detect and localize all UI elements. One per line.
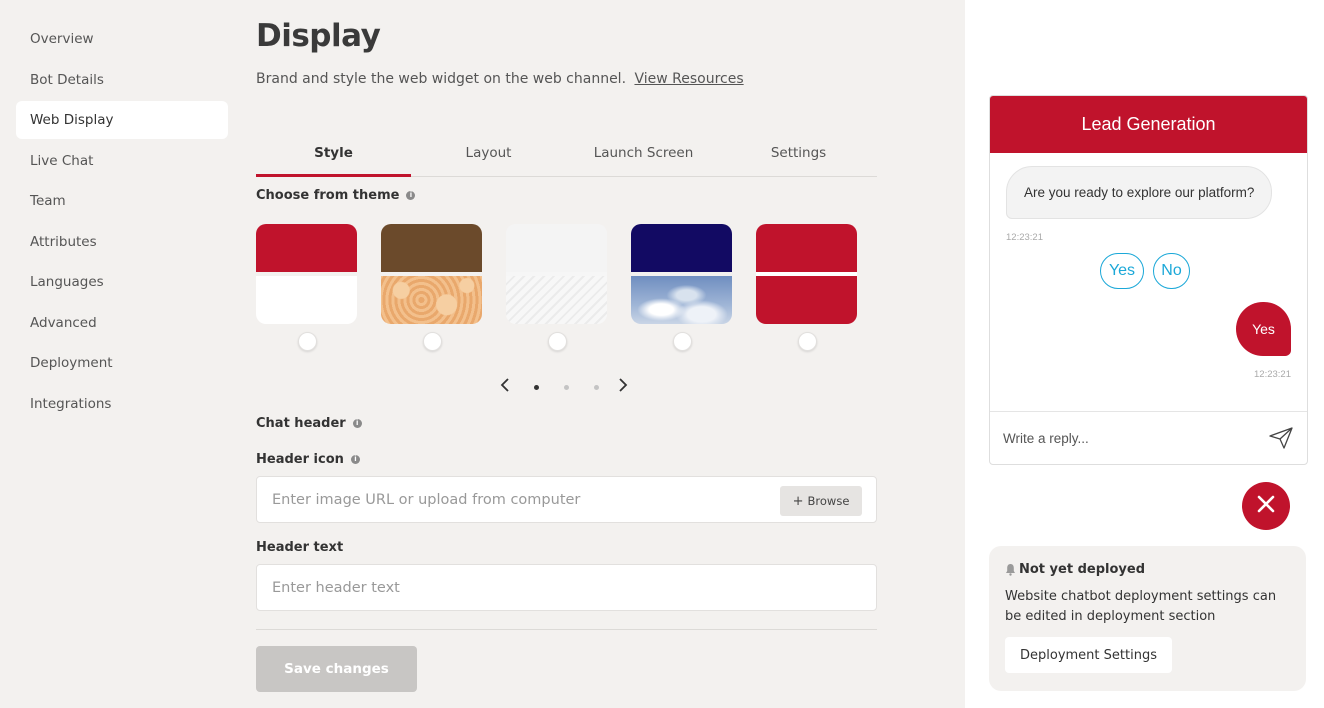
bot-message-bubble: Are you ready to explore our platform? [1006,166,1273,219]
deployment-status-text: Not yet deployed [1019,562,1145,577]
theme-radio[interactable] [298,332,317,351]
sidebar-item-live-chat[interactable]: Live Chat [16,142,228,180]
widget-header: Lead Generation [990,96,1307,153]
header-icon-title: Header icon [256,452,344,467]
page-title: Display [256,18,381,54]
sidebar-item-label: Bot Details [30,71,104,88]
close-widget-button[interactable] [1242,482,1290,530]
sidebar-item-integrations[interactable]: Integrations [16,385,228,423]
tab-launch-screen[interactable]: Launch Screen [566,130,721,176]
sidebar-item-label: Live Chat [30,152,94,169]
chat-header-label: Chat header i [256,416,362,431]
view-resources-link[interactable]: View Resources [634,71,743,87]
header-text-label: Header text [256,540,343,555]
theme-picker [256,224,877,354]
send-icon[interactable] [1269,427,1293,449]
divider [256,629,877,630]
sidebar-item-attributes[interactable]: Attributes [16,223,228,261]
bot-message-time: 12:23:21 [1006,232,1043,243]
pager-dot[interactable] [594,385,599,390]
header-icon-input[interactable] [257,477,757,522]
deployment-description: Website chatbot deployment settings can … [1005,589,1277,624]
save-changes-button[interactable]: Save changes [256,646,417,692]
chevron-left-icon[interactable] [500,377,510,397]
quick-reply-yes[interactable]: Yes [1100,253,1144,289]
sidebar-nav: Overview Bot Details Web Display Live Ch… [16,20,228,425]
header-text-title: Header text [256,540,344,555]
header-text-input[interactable] [257,565,757,610]
sidebar-item-label: Advanced [30,314,97,331]
reply-bar [990,411,1307,464]
header-icon-label: Header icon i [256,452,360,467]
info-icon[interactable]: i [350,455,360,464]
quick-reply-no[interactable]: No [1153,253,1190,289]
sidebar-item-label: Web Display [30,112,114,128]
page-subtitle: Brand and style the web widget on the we… [256,71,744,87]
chat-widget-preview: Lead Generation Are you ready to explore… [989,95,1308,465]
info-icon[interactable]: i [352,419,362,428]
theme-radio[interactable] [423,332,442,351]
sidebar-item-advanced[interactable]: Advanced [16,304,228,342]
info-icon[interactable]: i [406,191,416,200]
sidebar-item-web-display[interactable]: Web Display [16,101,228,139]
theme-pager [500,377,630,397]
sidebar-item-team[interactable]: Team [16,182,228,220]
header-icon-field: + Browse [256,476,877,523]
theme-option-all-red[interactable] [756,224,857,324]
deployment-status-card: Not yet deployed Website chatbot deploym… [989,546,1306,691]
sidebar-item-bot-details[interactable]: Bot Details [16,61,228,99]
chat-header-title: Chat header [256,416,346,431]
tab-style[interactable]: Style [256,130,411,177]
theme-radio[interactable] [798,332,817,351]
browse-button[interactable]: + Browse [780,486,862,516]
subtitle-text: Brand and style the web widget on the we… [256,71,627,87]
theme-option-navy-sky[interactable] [631,224,732,324]
close-icon [1256,494,1276,518]
plus-icon: + [792,493,804,509]
user-message-time: 12:23:21 [1254,369,1291,380]
tab-bar: Style Layout Launch Screen Settings [256,130,877,177]
theme-option-light[interactable] [506,224,607,324]
theme-section-title: Choose from theme [256,188,400,203]
browse-label: Browse [807,494,850,508]
sidebar-item-label: Attributes [30,233,97,250]
tab-settings[interactable]: Settings [721,130,876,176]
preview-panel: Lead Generation Are you ready to explore… [965,0,1324,708]
header-text-field [256,564,877,611]
deployment-status-title: Not yet deployed [1005,562,1290,577]
deployment-settings-button[interactable]: Deployment Settings [1005,637,1172,673]
sidebar-item-overview[interactable]: Overview [16,20,228,58]
pager-dot[interactable] [564,385,569,390]
reply-input[interactable] [990,412,1240,464]
pager-dot[interactable] [534,385,539,390]
sidebar-item-label: Team [30,193,66,209]
sidebar-item-languages[interactable]: Languages [16,263,228,301]
theme-option-brown-sand[interactable] [381,224,482,324]
theme-radio[interactable] [548,332,567,351]
sidebar-item-deployment[interactable]: Deployment [16,344,228,382]
tab-layout[interactable]: Layout [411,130,566,176]
sidebar-item-label: Languages [30,274,104,290]
chevron-right-icon[interactable] [618,377,628,397]
bell-icon [1005,563,1016,576]
user-message-bubble: Yes [1236,302,1291,356]
sidebar-item-label: Integrations [30,395,112,412]
theme-option-red-white[interactable] [256,224,357,324]
theme-section-label: Choose from theme i [256,188,416,203]
theme-radio[interactable] [673,332,692,351]
sidebar-item-label: Overview [30,31,94,47]
sidebar-item-label: Deployment [30,355,113,371]
